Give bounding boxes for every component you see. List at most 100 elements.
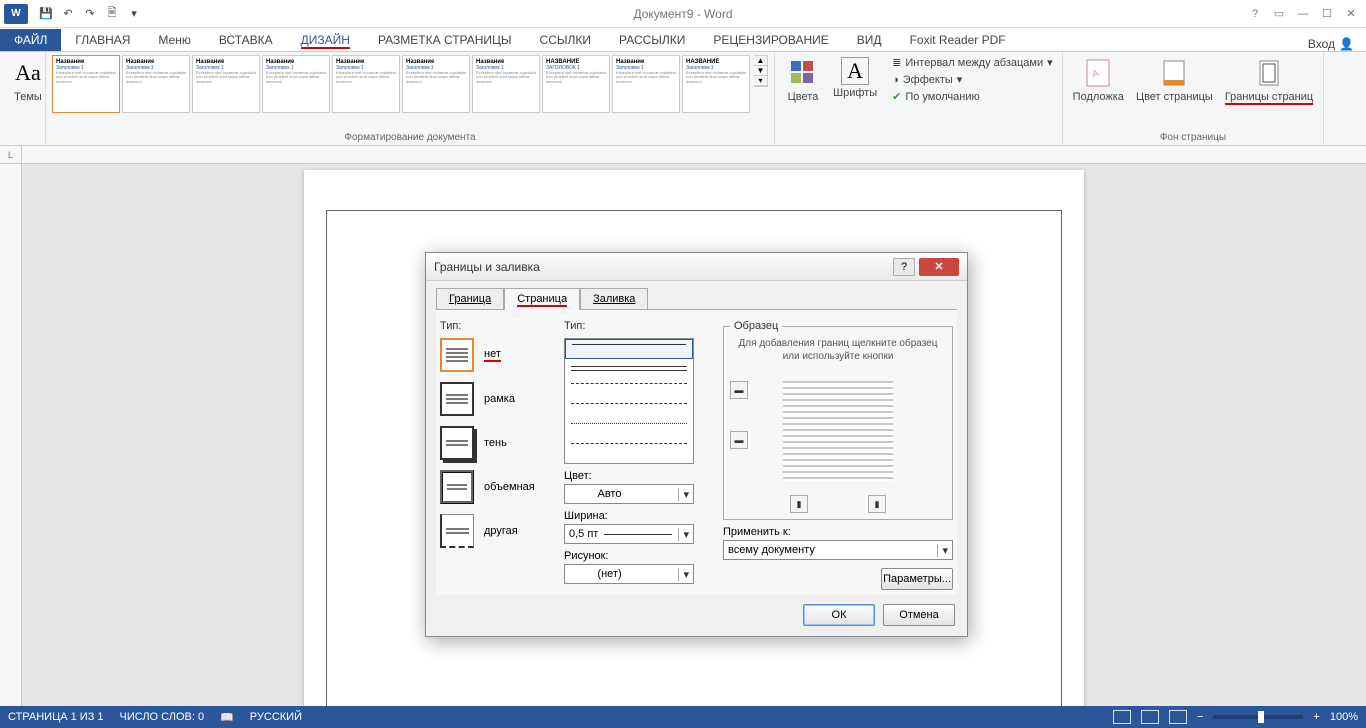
tab-ссылки[interactable]: ССЫЛКИ xyxy=(526,29,605,51)
qat-dropdown-icon[interactable]: ▾ xyxy=(124,4,144,24)
style-label: Тип: xyxy=(564,320,709,332)
zoom-in-button[interactable]: + xyxy=(1313,711,1319,723)
ruler-corner[interactable]: L xyxy=(0,146,22,164)
tab-разметка страницы[interactable]: РАЗМЕТКА СТРАНИЦЫ xyxy=(364,29,526,51)
minimize-icon[interactable]: — xyxy=(1292,4,1314,24)
login-link[interactable]: Вход👤 xyxy=(1308,37,1354,51)
help-icon[interactable]: ? xyxy=(1244,4,1266,24)
maximize-icon[interactable]: ☐ xyxy=(1316,4,1338,24)
ribbon-tabs: ФАЙЛ ГЛАВНАЯМенюВСТАВКАДИЗАЙНРАЗМЕТКА СТ… xyxy=(0,28,1366,52)
type-none[interactable]: нет xyxy=(440,338,550,372)
tab-вид[interactable]: ВИД xyxy=(843,29,896,51)
document-title: Документ9 - Word xyxy=(633,7,732,21)
status-words[interactable]: ЧИСЛО СЛОВ: 0 xyxy=(120,711,205,723)
tab-рассылки[interactable]: РАССЫЛКИ xyxy=(605,29,699,51)
vertical-ruler[interactable] xyxy=(0,164,22,708)
color-combo[interactable]: Авто▾ xyxy=(564,484,694,504)
theme-preview[interactable]: НазваниеЗаголовок 1Excepteur sint occaec… xyxy=(472,55,540,113)
zoom-value[interactable]: 100% xyxy=(1330,711,1358,723)
status-page[interactable]: СТРАНИЦА 1 ИЗ 1 xyxy=(8,711,104,723)
theme-preview[interactable]: НазваниеЗаголовок 1Excepteur sint occaec… xyxy=(332,55,400,113)
dialog-close-button[interactable]: ✕ xyxy=(919,258,959,276)
page-borders-button[interactable]: Границы страниц xyxy=(1221,55,1317,105)
view-print-icon[interactable] xyxy=(1141,710,1159,724)
fonts-button[interactable]: A Шрифты xyxy=(829,55,881,101)
art-label: Рисунок: xyxy=(564,550,709,562)
theme-preview[interactable]: НАЗВАНИЕЗАГОЛОВОК 1Excepteur sint occaec… xyxy=(542,55,610,113)
tab-вставка[interactable]: ВСТАВКА xyxy=(205,29,287,51)
status-language[interactable]: РУССКИЙ xyxy=(250,711,302,723)
type-column-label: Тип: xyxy=(440,320,550,332)
themes-button[interactable]: Aa Темы xyxy=(6,55,50,105)
type-shadow-icon xyxy=(440,426,474,460)
close-icon[interactable]: ✕ xyxy=(1340,4,1362,24)
colors-button[interactable]: Цвета xyxy=(781,55,825,105)
chevron-down-icon: ▾ xyxy=(678,528,689,541)
art-combo[interactable]: (нет)▾ xyxy=(564,564,694,584)
tab-дизайн[interactable]: ДИЗАЙН xyxy=(287,29,364,51)
tab-shading[interactable]: Заливка xyxy=(580,288,648,310)
apply-to-combo[interactable]: всему документу▾ xyxy=(723,540,953,560)
paragraph-spacing-button[interactable]: ≣Интервал между абзацами▾ xyxy=(889,55,1056,70)
gallery-more-icon[interactable]: ▾ xyxy=(754,76,767,86)
type-3d-icon xyxy=(440,470,474,504)
edge-left-button[interactable]: ▮ xyxy=(790,495,808,513)
parameters-button[interactable]: Параметры... xyxy=(881,568,953,590)
tab-page[interactable]: Страница xyxy=(504,288,580,310)
theme-preview[interactable]: НазваниеЗаголовок 1Excepteur sint occaec… xyxy=(612,55,680,113)
edge-right-button[interactable]: ▮ xyxy=(868,495,886,513)
ok-button[interactable]: ОК xyxy=(803,604,875,626)
tab-главная[interactable]: ГЛАВНАЯ xyxy=(61,29,144,51)
theme-preview[interactable]: НазваниеЗаголовок 1Excepteur sint occaec… xyxy=(402,55,470,113)
dialog-titlebar[interactable]: Границы и заливка ? ✕ xyxy=(426,253,967,281)
set-default-button[interactable]: ✔По умолчанию xyxy=(889,89,1056,104)
check-icon: ✔ xyxy=(892,90,901,103)
theme-preview[interactable]: НазваниеЗаголовок 1Excepteur sint occaec… xyxy=(122,55,190,113)
page-color-button[interactable]: Цвет страницы xyxy=(1132,55,1217,105)
chevron-down-icon: ▾ xyxy=(678,568,689,581)
horizontal-ruler[interactable]: L xyxy=(0,146,1366,164)
apply-to-label: Применить к: xyxy=(723,526,953,538)
status-proof-icon[interactable]: 📖 xyxy=(220,711,234,724)
color-label: Цвет: xyxy=(564,470,709,482)
zoom-slider[interactable] xyxy=(1213,715,1303,719)
type-shadow[interactable]: тень xyxy=(440,426,550,460)
tab-меню[interactable]: Меню xyxy=(144,29,204,51)
view-read-icon[interactable] xyxy=(1113,710,1131,724)
ribbon-options-icon[interactable]: ▭ xyxy=(1268,4,1290,24)
type-custom[interactable]: другая xyxy=(440,514,550,548)
page-color-icon xyxy=(1158,57,1190,89)
new-doc-icon[interactable]: 🗎 xyxy=(102,4,122,24)
undo-icon[interactable]: ↶ xyxy=(58,4,78,24)
preview-page[interactable] xyxy=(783,381,893,481)
save-icon[interactable]: 💾 xyxy=(36,4,56,24)
preview-legend: Образец xyxy=(730,320,782,332)
watermark-button[interactable]: A Подложка xyxy=(1069,55,1128,105)
theme-preview[interactable]: НазваниеЗаголовок 1Excepteur sint occaec… xyxy=(192,55,260,113)
gallery-down-icon[interactable]: ▼ xyxy=(754,66,767,76)
effects-button[interactable]: ◑Эффекты▾ xyxy=(889,72,1056,87)
redo-icon[interactable]: ↷ xyxy=(80,4,100,24)
file-tab[interactable]: ФАЙЛ xyxy=(0,29,61,51)
zoom-out-button[interactable]: − xyxy=(1197,711,1203,723)
edge-top-button[interactable]: ▬ xyxy=(730,381,748,399)
preview-hint: Для добавления границ щелкните образец и… xyxy=(730,338,946,363)
tab-рецензирование[interactable]: РЕЦЕНЗИРОВАНИЕ xyxy=(699,29,842,51)
view-web-icon[interactable] xyxy=(1169,710,1187,724)
theme-preview[interactable]: НазваниеЗаголовок 1Excepteur sint occaec… xyxy=(262,55,330,113)
tab-foxit reader pdf[interactable]: Foxit Reader PDF xyxy=(896,29,1020,51)
type-3d[interactable]: объемная xyxy=(440,470,550,504)
tab-border[interactable]: Граница xyxy=(436,288,504,310)
cancel-button[interactable]: Отмена xyxy=(883,604,955,626)
theme-preview[interactable]: НазваниеЗаголовок 1Excepteur sint occaec… xyxy=(52,55,120,113)
dialog-help-button[interactable]: ? xyxy=(893,258,915,276)
style-listbox[interactable] xyxy=(564,338,694,464)
theme-preview[interactable]: НАЗВАНИЕЗаголовок 1Excepteur sint occaec… xyxy=(682,55,750,113)
effects-icon: ◑ xyxy=(892,74,899,86)
type-none-icon xyxy=(440,338,474,372)
gallery-up-icon[interactable]: ▲ xyxy=(754,56,767,66)
edge-bottom-button[interactable]: ▬ xyxy=(730,431,748,449)
width-combo[interactable]: 0,5 пт▾ xyxy=(564,524,694,544)
gallery-scroll[interactable]: ▲ ▼ ▾ xyxy=(754,55,768,87)
type-box[interactable]: рамка xyxy=(440,382,550,416)
